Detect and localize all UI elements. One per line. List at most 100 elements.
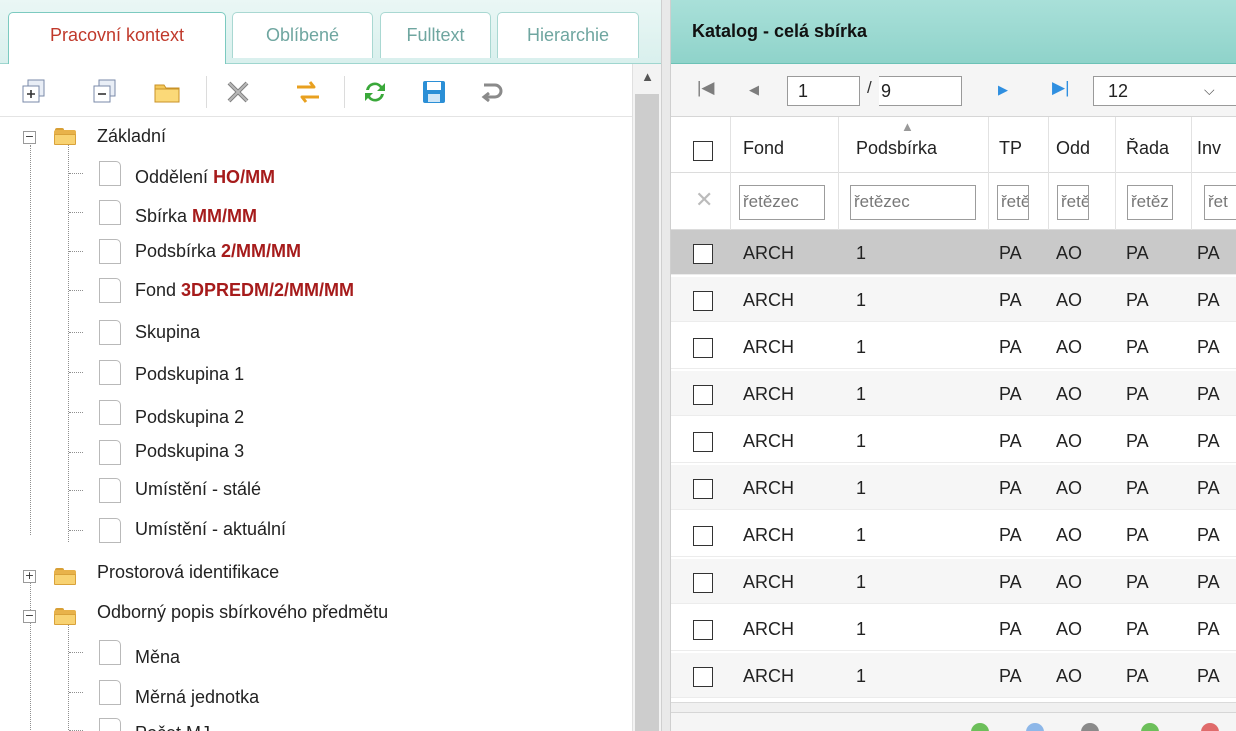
table-row[interactable]: ARCH 1 PA AO PA PA — [671, 277, 1236, 322]
tab-fulltext[interactable]: Fulltext — [380, 12, 491, 58]
tree-node-odborny-popis[interactable]: − Odborný popis sbírkového předmětu — [0, 596, 630, 636]
tab-pracovni-kontext[interactable]: Pracovní kontext — [8, 12, 226, 64]
document-icon — [99, 200, 121, 225]
table-row[interactable]: ARCH 1 PA AO PA PA — [671, 230, 1236, 275]
column-header-fond[interactable]: Fond — [743, 138, 784, 159]
collapse-all-icon[interactable] — [91, 78, 119, 106]
table-row[interactable]: ARCH 1 PA AO PA PA — [671, 465, 1236, 510]
expand-all-icon[interactable] — [20, 78, 48, 106]
column-header-tp[interactable]: TP — [999, 138, 1022, 159]
cell-fond: ARCH — [743, 337, 795, 357]
row-checkbox[interactable] — [693, 338, 713, 358]
cell-tp: PA — [999, 243, 1022, 263]
row-checkbox[interactable] — [693, 291, 713, 311]
save-icon[interactable] — [420, 78, 448, 106]
context-panel: Pracovní kontext Oblíbené Fulltext Hiera… — [0, 0, 662, 731]
panel-splitter[interactable] — [661, 0, 671, 731]
add-icon[interactable] — [971, 723, 989, 731]
cell-inv: PA — [1197, 525, 1220, 545]
total-pages: 9 — [879, 76, 962, 106]
page-number-input[interactable]: 1 — [787, 76, 860, 106]
collapse-toggle-icon[interactable]: − — [23, 610, 36, 623]
row-checkbox[interactable] — [693, 479, 713, 499]
filter-input-inv[interactable]: řet — [1204, 185, 1236, 220]
document-icon — [99, 360, 121, 385]
tree-node-label: Prostorová identifikace — [97, 562, 280, 582]
select-all-checkbox[interactable] — [693, 141, 713, 161]
table-row[interactable]: ARCH 1 PA AO PA PA — [671, 559, 1236, 604]
table-row[interactable]: ARCH 1 PA AO PA PA — [671, 653, 1236, 698]
cell-fond: ARCH — [743, 384, 795, 404]
document-icon — [99, 278, 121, 303]
cell-odd: AO — [1056, 290, 1083, 310]
chevron-down-icon: ⌵ — [1204, 82, 1215, 98]
tab-hierarchie[interactable]: Hierarchie — [497, 12, 639, 58]
table-row[interactable]: ARCH 1 PA AO PA PA — [671, 606, 1236, 651]
filter-input-podsbirka[interactable]: řetězec — [850, 185, 976, 220]
row-checkbox[interactable] — [693, 526, 713, 546]
row-checkbox[interactable] — [693, 620, 713, 640]
panel-title: Katalog - celá sbírka — [671, 0, 1236, 64]
column-header-rada[interactable]: Řada — [1126, 138, 1169, 159]
swap-icon[interactable] — [294, 78, 322, 106]
leaf-value: MM/MM — [192, 206, 258, 226]
grid-horizontal-scrollbar[interactable] — [671, 702, 1236, 712]
filter-input-rada[interactable]: řetěz — [1127, 185, 1173, 220]
cell-fond: ARCH — [743, 572, 795, 592]
prev-page-icon[interactable]: ◀ — [749, 82, 759, 98]
row-checkbox[interactable] — [693, 385, 713, 405]
leaf-label: Podsbírka — [135, 241, 222, 261]
cell-rada: PA — [1126, 384, 1149, 404]
scroll-up-icon[interactable]: ▲ — [633, 64, 662, 90]
table-row[interactable]: ARCH 1 PA AO PA PA — [671, 371, 1236, 416]
undo-icon[interactable] — [478, 78, 506, 106]
edit-icon[interactable] — [1026, 723, 1044, 731]
expand-toggle-icon[interactable]: + — [23, 570, 36, 583]
table-row[interactable]: ARCH 1 PA AO PA PA — [671, 418, 1236, 463]
column-header-odd[interactable]: Odd — [1056, 138, 1090, 159]
cell-inv: PA — [1197, 384, 1220, 404]
document-icon — [99, 718, 121, 731]
folder-icon[interactable] — [153, 78, 181, 106]
cell-tp: PA — [999, 666, 1022, 686]
tab-oblibene[interactable]: Oblíbené — [232, 12, 373, 58]
cell-rada: PA — [1126, 572, 1149, 592]
row-checkbox[interactable] — [693, 432, 713, 452]
filter-input-tp[interactable]: řetě — [997, 185, 1029, 220]
cell-odd: AO — [1056, 525, 1083, 545]
document-icon — [99, 440, 121, 465]
row-checkbox[interactable] — [693, 573, 713, 593]
delete-icon[interactable] — [224, 78, 252, 106]
settings-icon[interactable] — [1081, 723, 1099, 731]
cell-rada: PA — [1126, 525, 1149, 545]
table-row[interactable]: ARCH 1 PA AO PA PA — [671, 324, 1236, 369]
cell-fond: ARCH — [743, 478, 795, 498]
tree-scrollbar[interactable]: ▲ — [632, 64, 662, 731]
tree-toolbar — [0, 64, 661, 117]
row-checkbox[interactable] — [693, 667, 713, 687]
collapse-toggle-icon[interactable]: − — [23, 131, 36, 144]
first-page-icon[interactable]: |◀ — [697, 78, 715, 98]
tree-node-zakladni[interactable]: − Základní — [0, 118, 630, 158]
filter-input-fond[interactable]: řetězec — [739, 185, 825, 220]
filter-input-odd[interactable]: řetě — [1057, 185, 1089, 220]
cell-inv: PA — [1197, 290, 1220, 310]
row-checkbox[interactable] — [693, 244, 713, 264]
confirm-icon[interactable] — [1141, 723, 1159, 731]
scrollbar-thumb[interactable] — [635, 94, 659, 731]
cell-rada: PA — [1126, 337, 1149, 357]
table-row[interactable]: ARCH 1 PA AO PA PA — [671, 512, 1236, 557]
remove-icon[interactable] — [1201, 723, 1219, 731]
cell-inv: PA — [1197, 337, 1220, 357]
leaf-label: Podskupina 2 — [135, 407, 245, 427]
clear-filter-icon[interactable]: ✕ — [695, 187, 713, 213]
cell-odd: AO — [1056, 478, 1083, 498]
column-header-inv[interactable]: Inv — [1197, 138, 1221, 159]
next-page-icon[interactable]: ▶ — [998, 82, 1008, 98]
page-size-select[interactable]: 12 ⌵ — [1093, 76, 1236, 106]
grid-filter-row: ✕ řetězec řetězec řetě řetě řetěz řet — [671, 173, 1236, 230]
tree-node-prostorova-identifikace[interactable]: + Prostorová identifikace — [0, 556, 630, 596]
refresh-icon[interactable] — [361, 78, 389, 106]
column-header-podsbirka[interactable]: Podsbírka — [856, 138, 937, 159]
last-page-icon[interactable]: ▶| — [1052, 78, 1070, 98]
